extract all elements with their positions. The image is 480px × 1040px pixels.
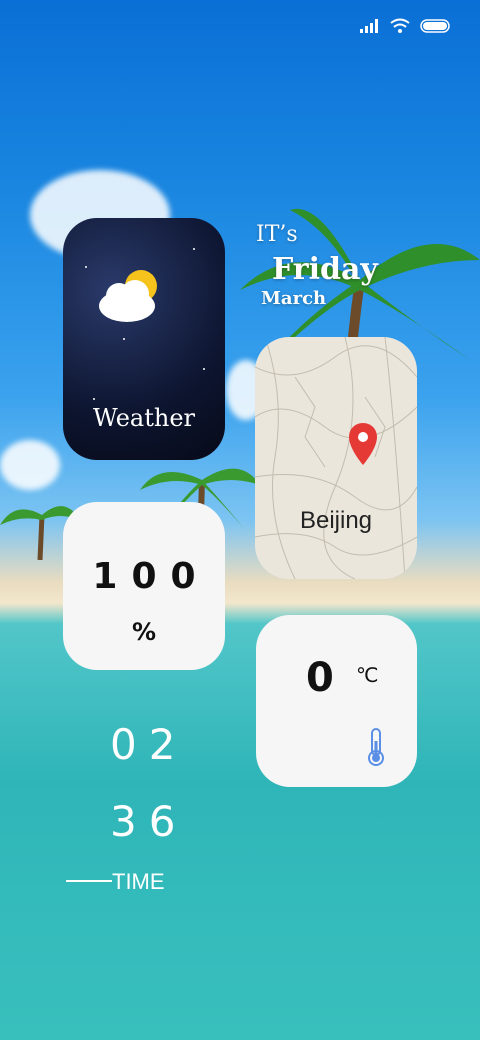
battery-unit: %: [131, 618, 157, 646]
battery-value: 100: [92, 556, 210, 597]
battery-widget[interactable]: 100 %: [63, 502, 225, 670]
map-city-label: Beijing: [299, 507, 373, 534]
temperature-value: 0: [306, 655, 334, 701]
star-decoration: [93, 398, 95, 400]
signal-icon: [360, 19, 378, 33]
star-decoration: [85, 266, 87, 268]
temperature-widget[interactable]: 0 ℃: [256, 615, 417, 787]
status-bar: [360, 18, 450, 34]
wallpaper-cloud: [0, 440, 60, 490]
wifi-icon: [390, 18, 410, 33]
thermometer-icon: [368, 728, 384, 766]
date-prefix: IT’s: [256, 222, 298, 247]
clock-hour: 02: [110, 720, 188, 769]
clock-divider: [66, 880, 112, 882]
star-decoration: [193, 248, 195, 250]
star-decoration: [123, 338, 125, 340]
partly-cloudy-icon: [99, 270, 157, 322]
temperature-unit: ℃: [356, 663, 379, 687]
clock-label: TIME: [112, 869, 165, 894]
map-widget[interactable]: Beijing: [255, 337, 417, 579]
clock-minute: 36: [110, 797, 188, 846]
battery-icon: [420, 19, 450, 33]
location-pin-icon: [349, 423, 377, 465]
weather-label: Weather: [93, 404, 195, 432]
date-month: March: [261, 288, 327, 309]
date-day: Friday: [272, 252, 378, 287]
map-background: [255, 337, 417, 579]
star-decoration: [203, 368, 205, 370]
weather-widget[interactable]: Weather: [63, 218, 225, 460]
